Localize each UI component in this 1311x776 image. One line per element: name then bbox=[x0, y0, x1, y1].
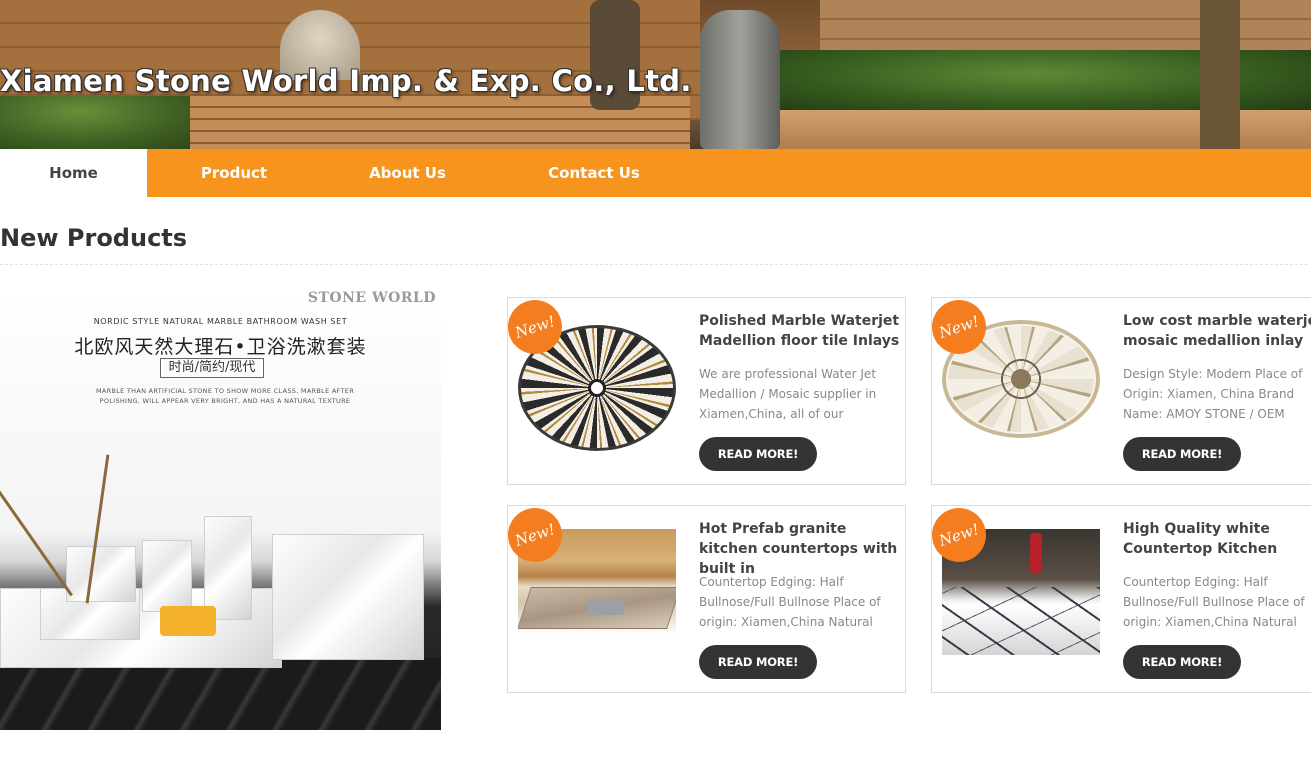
marble-cup bbox=[66, 546, 136, 602]
product-card[interactable]: New! High Quality white Countertop Kitch… bbox=[924, 500, 1311, 693]
section-divider bbox=[0, 264, 1308, 265]
read-more-button[interactable]: READ MORE! bbox=[699, 437, 817, 471]
product-title[interactable]: High Quality white Countertop Kitchen bbox=[1123, 519, 1311, 559]
marble-toothbrush-holder bbox=[142, 540, 192, 612]
featured-description: MARBLE THAN ARTIFICIAL STONE TO SHOW MOR… bbox=[95, 387, 355, 405]
product-description: Design Style: Modern Place of Origin: Xi… bbox=[1123, 367, 1303, 421]
product-title[interactable]: Low cost marble waterjet mosaic medallio… bbox=[1123, 311, 1311, 351]
diffuser-stick bbox=[0, 479, 73, 597]
product-title[interactable]: Hot Prefab granite kitchen countertops w… bbox=[699, 519, 904, 579]
nav-about-us[interactable]: About Us bbox=[350, 149, 465, 197]
featured-heading: NORDIC STYLE NATURAL MARBLE BATHROOM WAS… bbox=[93, 317, 348, 326]
marble-floor bbox=[0, 658, 441, 730]
soap-bar bbox=[160, 606, 216, 636]
read-more-button[interactable]: READ MORE! bbox=[1123, 645, 1241, 679]
site-title[interactable]: Xiamen Stone World Imp. & Exp. Co., Ltd. bbox=[0, 64, 700, 98]
marble-dispenser bbox=[204, 516, 252, 620]
main-nav: Home Product About Us Contact Us bbox=[0, 149, 1311, 197]
read-more-button[interactable]: READ MORE! bbox=[699, 645, 817, 679]
vase-shape bbox=[1030, 533, 1042, 573]
header-banner: Xiamen Stone World Imp. & Exp. Co., Ltd. bbox=[0, 0, 1311, 149]
product-description: Countertop Edging: Half Bullnose/Full Bu… bbox=[699, 575, 881, 629]
featured-chinese-subtitle: 时尚/简约/现代 bbox=[160, 358, 264, 378]
marble-veins bbox=[942, 587, 1100, 655]
sink-shape bbox=[588, 599, 624, 615]
nav-product[interactable]: Product bbox=[180, 149, 288, 197]
nav-contact-us[interactable]: Contact Us bbox=[530, 149, 658, 197]
banner-hedge-left bbox=[0, 96, 200, 149]
banner-sculpture bbox=[700, 10, 780, 149]
banner-palm bbox=[1200, 0, 1240, 149]
read-more-button[interactable]: READ MORE! bbox=[1123, 437, 1241, 471]
featured-product-image[interactable]: STONE WORLD NORDIC STYLE NATURAL MARBLE … bbox=[0, 288, 441, 730]
product-description: Countertop Edging: Half Bullnose/Full Bu… bbox=[1123, 575, 1305, 629]
product-card[interactable]: New! Polished Marble Waterjet Madellion … bbox=[500, 292, 906, 485]
product-description: We are professional Water Jet Medallion … bbox=[699, 367, 877, 421]
nav-home[interactable]: Home bbox=[0, 149, 147, 197]
section-title: New Products bbox=[0, 224, 188, 252]
marble-tissue-box bbox=[272, 534, 424, 660]
product-card[interactable]: New! Hot Prefab granite kitchen countert… bbox=[500, 500, 906, 693]
stone-world-logo: STONE WORLD bbox=[307, 290, 436, 306]
product-title[interactable]: Polished Marble Waterjet Madellion floor… bbox=[699, 311, 904, 351]
product-card[interactable]: New! Low cost marble waterjet mosaic med… bbox=[924, 292, 1311, 485]
featured-chinese-title: 北欧风天然大理石•卫浴洗漱套装 bbox=[74, 336, 367, 358]
